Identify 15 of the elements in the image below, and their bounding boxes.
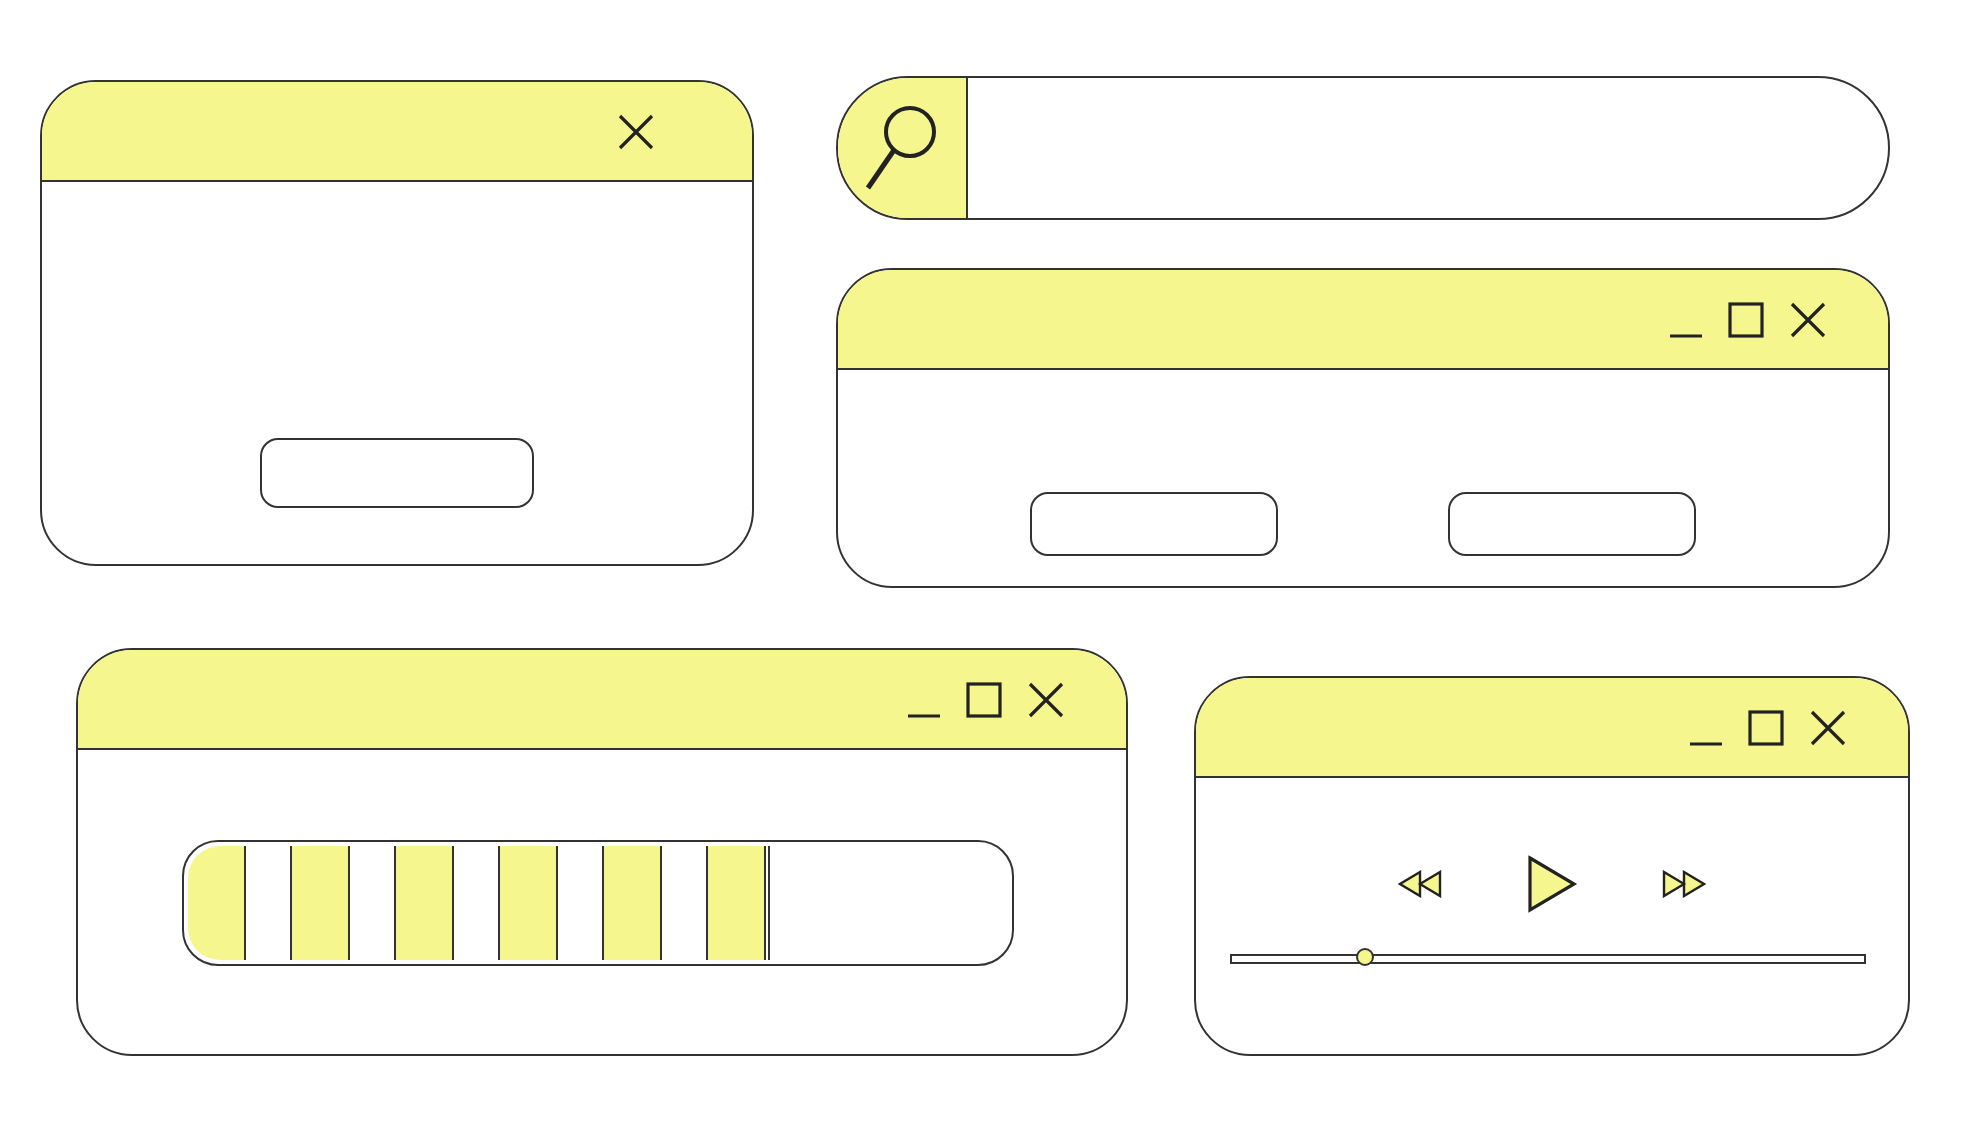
maximize-icon[interactable] <box>966 681 1002 717</box>
fast-forward-icon[interactable] <box>1662 870 1706 898</box>
close-icon[interactable] <box>616 111 656 151</box>
rewind-icon[interactable] <box>1398 870 1442 898</box>
close-icon[interactable] <box>1788 299 1828 339</box>
blank-button[interactable] <box>1448 492 1696 556</box>
slider-thumb[interactable] <box>1356 948 1375 966</box>
maximize-icon[interactable] <box>1728 301 1764 337</box>
close-icon[interactable] <box>1026 679 1066 719</box>
seek-slider[interactable] <box>1230 954 1866 964</box>
maximize-icon[interactable] <box>1748 709 1784 745</box>
play-icon[interactable] <box>1526 854 1578 914</box>
close-icon[interactable] <box>1808 707 1848 747</box>
blank-button[interactable] <box>1030 492 1278 556</box>
blank-button[interactable] <box>260 438 534 508</box>
